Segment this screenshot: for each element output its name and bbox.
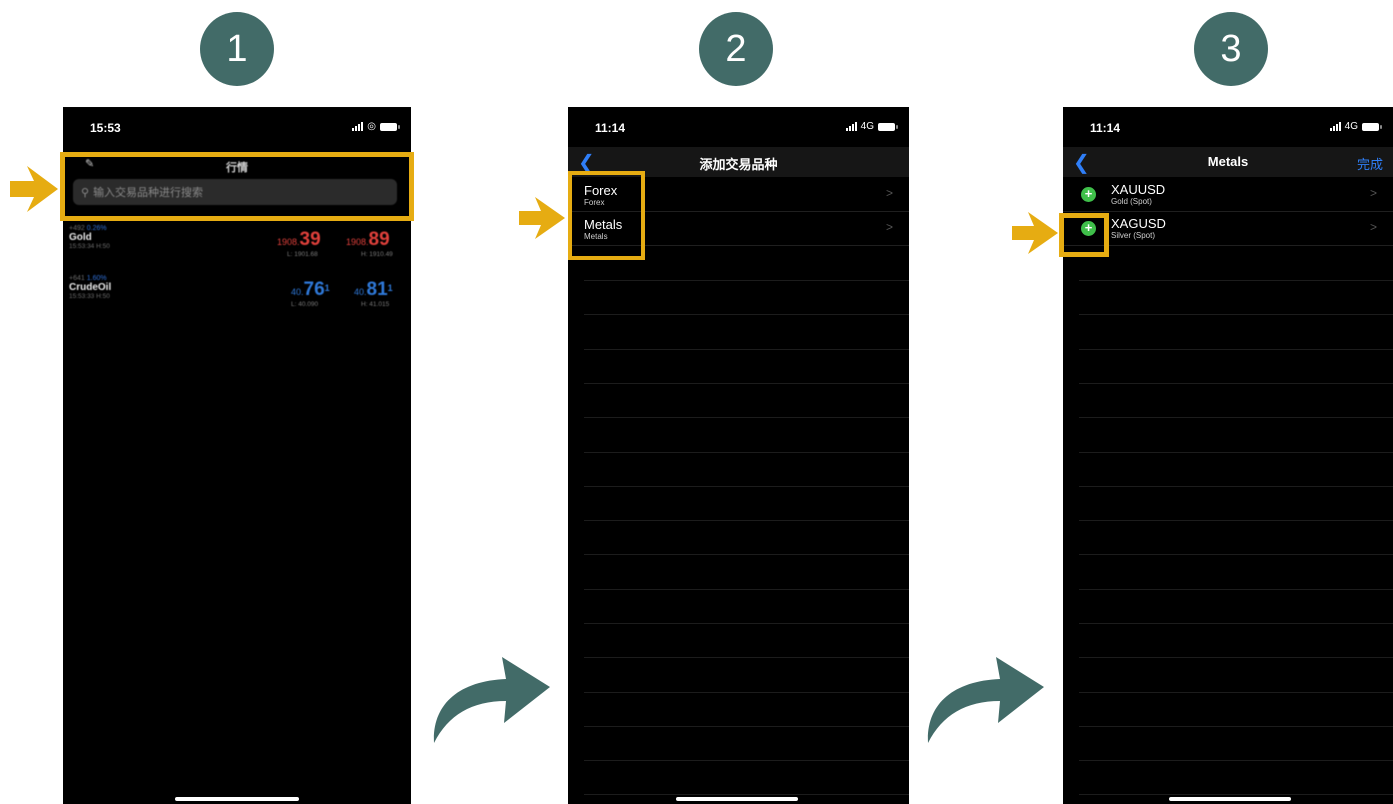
home-indicator[interactable] [1169,797,1291,801]
list-separator [584,452,909,453]
list-item-xauusd[interactable]: + XAUUSD Gold (Spot) > [1063,178,1393,212]
add-icon[interactable]: + [1081,187,1096,202]
list-separator [1079,623,1393,624]
network-label: 4G [860,121,874,132]
list-separator [1079,794,1393,795]
list-separator [1079,760,1393,761]
chevron-right-icon: > [1369,220,1377,234]
quote-change-pct: 0.26% [86,225,107,232]
home-indicator[interactable] [676,797,798,801]
quote-row-gold[interactable]: +492 0.26% Gold 15:53:34 H:50 1908.39 19… [69,225,405,258]
list-separator [1079,554,1393,555]
ask-price: 1908.89 [346,229,390,250]
list-separator [584,657,909,658]
add-button-highlight-box [1059,213,1109,257]
home-indicator[interactable] [175,797,299,801]
list-separator [1079,486,1393,487]
quote-change: +492 [69,225,85,232]
row-subtitle: Gold (Spot) [1111,197,1152,206]
battery-icon [380,122,400,131]
list-separator [584,349,909,350]
done-button[interactable]: 完成 [1357,154,1383,173]
signal-icon [352,122,364,131]
nav-bar: ❮ Metals 完成 [1063,147,1393,177]
status-time: 15:53 [90,121,121,135]
status-bar: 11:14 4G [568,107,909,147]
battery-icon [878,122,898,131]
next-step-arrow-icon [927,657,1044,743]
list-separator [584,383,909,384]
status-time: 11:14 [595,121,626,135]
row-title: XAUUSD [1111,182,1166,197]
list-separator [584,417,909,418]
page-title: Metals [1207,154,1249,169]
list-separator [584,794,909,795]
row-title: XAGUSD [1111,216,1166,231]
bid-price: 40.761 [291,279,330,300]
phone-screen-metals: 11:14 4G ❮ Metals 完成 + XAUUSD Gold (Spot… [1063,107,1393,804]
list-separator [1079,383,1393,384]
list-separator [584,280,909,281]
step-2-badge: 2 [699,12,773,86]
step-1-badge: 1 [200,12,274,86]
list-separator [1079,589,1393,590]
list-separator [584,692,909,693]
bid-price: 1908.39 [277,229,321,250]
list-separator [584,314,909,315]
quote-row-crudeoil[interactable]: +641 1.60% CrudeOil 15:53:33 H:50 40.761… [69,275,405,308]
list-separator [1079,349,1393,350]
battery-icon [1362,122,1382,131]
next-step-arrow-icon [433,657,550,743]
pointer-arrow-icon [1012,212,1058,254]
list-separator [584,520,909,521]
status-time: 11:14 [1090,121,1121,135]
list-separator [584,589,909,590]
chevron-right-icon: > [1369,186,1377,200]
category-highlight-box [568,171,645,260]
low-price: L: 40.090 [291,301,319,308]
list-separator [1079,692,1393,693]
list-separator [1079,417,1393,418]
list-separator [1079,726,1393,727]
wifi-icon: ◎ [367,121,376,132]
pointer-arrow-icon [519,197,565,239]
list-separator [1079,314,1393,315]
list-separator [1079,452,1393,453]
list-separator [1079,280,1393,281]
high-price: H: 1910.49 [361,251,393,258]
list-separator [1079,657,1393,658]
quote-change-pct: 1.60% [86,275,107,282]
step-3-badge: 3 [1194,12,1268,86]
list-separator [584,486,909,487]
row-subtitle: Silver (Spot) [1111,231,1156,240]
chevron-right-icon: > [885,220,893,234]
pointer-arrow-icon [10,166,58,212]
status-bar: 11:14 4G [1063,107,1393,147]
status-bar: 15:53 ◎ [63,107,411,147]
search-highlight-box [60,152,414,221]
signal-icon [845,122,857,131]
low-price: L: 1901.68 [287,251,318,258]
list-item-xagusd[interactable]: + XAGUSD Silver (Spot) > [1063,212,1393,246]
high-price: H: 41.015 [361,301,390,308]
chevron-right-icon: > [885,186,893,200]
list-separator [1079,520,1393,521]
ask-price: 40.811 [354,279,393,300]
list-separator [584,726,909,727]
quote-change: +641 [69,275,85,282]
network-label: 4G [1344,121,1358,132]
list-separator [584,623,909,624]
list-separator [584,760,909,761]
list-separator [584,554,909,555]
signal-icon [1329,122,1341,131]
